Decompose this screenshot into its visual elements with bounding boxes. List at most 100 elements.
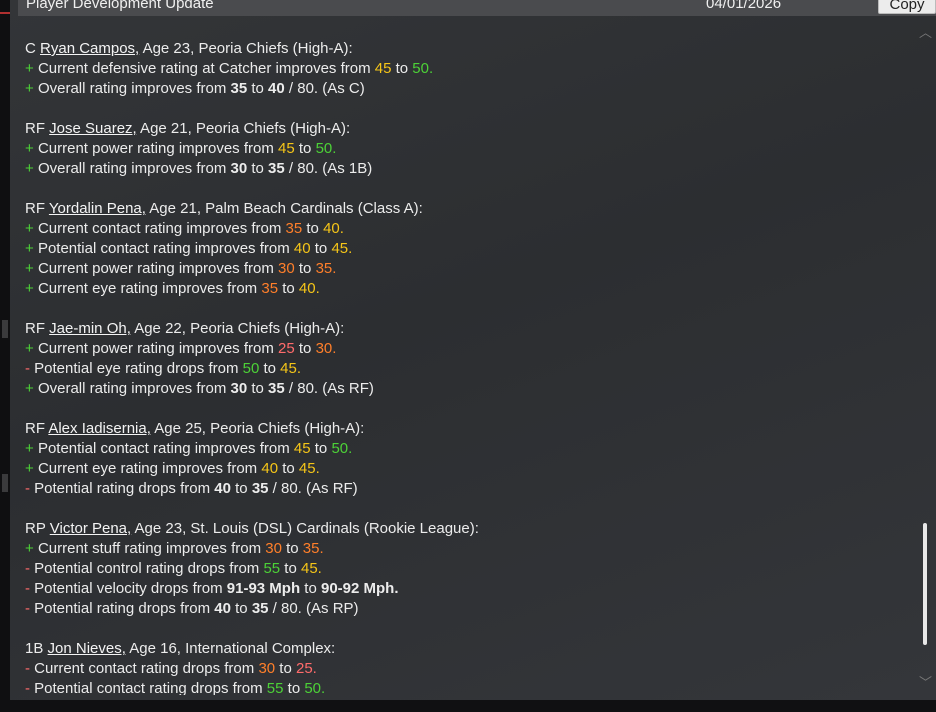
- development-change: - Potential rating drops from 40 to 35 /…: [25, 479, 905, 499]
- player-name-link[interactable]: Alex Iadisernia,: [48, 420, 151, 437]
- rating-value: 40: [293, 240, 311, 257]
- change-text: Potential contact rating drops from: [34, 680, 267, 695]
- left-panel-marker: [2, 320, 8, 338]
- player-name-link[interactable]: Victor Pena,: [50, 520, 131, 537]
- improve-sign: +: [25, 280, 34, 297]
- development-change: + Current power rating improves from 45 …: [25, 139, 905, 159]
- rating-value: 40.: [298, 280, 320, 297]
- rating-value: 45.: [331, 240, 353, 257]
- rating-value: 45.: [280, 360, 302, 377]
- change-value-bold: 30: [230, 160, 248, 177]
- player-position: C: [25, 40, 36, 57]
- player-info: Age 23, Peoria Chiefs (High-A):: [139, 40, 353, 57]
- change-text: Overall rating improves from: [37, 380, 231, 397]
- player-heading: RF Jose Suarez, Age 21, Peoria Chiefs (H…: [25, 119, 905, 139]
- rating-value: 45.: [301, 560, 322, 577]
- development-change: + Potential contact rating improves from…: [25, 239, 905, 259]
- change-text: to: [230, 600, 252, 617]
- rating-value: 30: [265, 540, 282, 557]
- change-text: to: [294, 340, 316, 357]
- window-header: Player Development Update 04/01/2026 Cop…: [18, 0, 936, 16]
- change-text: Potential rating drops from: [34, 600, 215, 617]
- change-text: Potential control rating drops from: [34, 560, 264, 577]
- player-entry: 1B Jon Nieves, Age 16, International Com…: [25, 639, 905, 695]
- rating-value: 35.: [302, 540, 324, 557]
- development-change: + Current stuff rating improves from 30 …: [25, 539, 905, 559]
- header-title: Player Development Update: [26, 0, 214, 12]
- chevron-down-icon[interactable]: ﹀: [919, 676, 932, 690]
- improve-sign: +: [25, 160, 34, 177]
- change-text: / 80. (As C): [284, 80, 365, 97]
- player-entry: RF Yordalin Pena, Age 21, Palm Beach Car…: [25, 199, 905, 299]
- rating-value: 45: [293, 440, 311, 457]
- change-text: to: [294, 140, 316, 157]
- rating-value: 50.: [412, 60, 434, 77]
- chevron-up-icon[interactable]: ︿: [919, 26, 932, 40]
- improve-sign: +: [25, 80, 34, 97]
- change-text: Potential rating drops from: [34, 480, 215, 497]
- change-text: to: [281, 540, 303, 557]
- change-text: Current defensive rating at Catcher impr…: [37, 60, 375, 77]
- change-text: Current contact rating improves from: [37, 220, 286, 237]
- rating-value: 55: [266, 680, 284, 695]
- bottom-bar: [0, 700, 936, 712]
- player-name-link[interactable]: Yordalin Pena,: [49, 200, 146, 217]
- rating-value: 45: [278, 140, 295, 157]
- player-entry: RF Jae-min Oh, Age 22, Peoria Chiefs (Hi…: [25, 319, 905, 399]
- player-name-link[interactable]: Jon Nieves,: [48, 640, 126, 657]
- player-info: Age 21, Palm Beach Cardinals (Class A):: [145, 200, 423, 217]
- copy-button[interactable]: Copy: [878, 0, 936, 14]
- change-value-bold: 91-93 Mph: [226, 580, 301, 597]
- development-change: + Current contact rating improves from 3…: [25, 219, 905, 239]
- rating-value: 30.: [315, 340, 337, 357]
- change-text: Current contact rating drops from: [34, 660, 259, 677]
- change-text: / 80. (As RF): [284, 380, 374, 397]
- development-change: + Current power rating improves from 30 …: [25, 259, 905, 279]
- change-text: to: [278, 280, 299, 297]
- player-heading: RP Victor Pena, Age 23, St. Louis (DSL) …: [25, 519, 905, 539]
- player-position: RF: [25, 120, 45, 137]
- player-name-link[interactable]: Jae-min Oh,: [49, 320, 131, 337]
- rating-value: 45: [374, 60, 392, 77]
- improve-sign: +: [25, 220, 34, 237]
- change-text: Current power rating improves from: [37, 140, 279, 157]
- change-text: Overall rating improves from: [37, 80, 231, 97]
- change-value-bold: 35: [251, 600, 269, 617]
- change-text: Overall rating improves from: [37, 160, 231, 177]
- development-change: - Current contact rating drops from 30 t…: [25, 659, 905, 679]
- scroll-thumb[interactable]: [923, 523, 927, 645]
- development-change: - Potential contact rating drops from 55…: [25, 679, 905, 695]
- change-value-bold: 35: [268, 160, 285, 177]
- player-name-link[interactable]: Ryan Campos,: [40, 40, 139, 57]
- drop-sign: -: [25, 680, 30, 695]
- player-heading: 1B Jon Nieves, Age 16, International Com…: [25, 639, 905, 659]
- player-name-link[interactable]: Jose Suarez,: [49, 120, 137, 137]
- player-heading: RF Jae-min Oh, Age 22, Peoria Chiefs (Hi…: [25, 319, 905, 339]
- change-text: Current stuff rating improves from: [37, 540, 266, 557]
- change-text: Current eye rating improves from: [37, 280, 262, 297]
- development-change: + Current eye rating improves from 40 to…: [25, 459, 905, 479]
- change-value-bold: 30: [230, 380, 248, 397]
- change-text: / 80. (As RP): [268, 600, 359, 617]
- change-text: Potential contact rating improves from: [37, 240, 294, 257]
- change-text: to: [280, 560, 301, 577]
- player-heading: RF Yordalin Pena, Age 21, Palm Beach Car…: [25, 199, 905, 219]
- player-info: Age 16, International Complex:: [125, 640, 336, 657]
- development-change: + Current eye rating improves from 35 to…: [25, 279, 905, 299]
- change-text: / 80. (As RF): [268, 480, 358, 497]
- development-change: + Current defensive rating at Catcher im…: [25, 59, 905, 79]
- player-position: RP: [25, 520, 46, 537]
- rating-value: 50.: [315, 140, 337, 157]
- change-text: to: [302, 220, 324, 237]
- rating-value: 35.: [315, 260, 337, 277]
- change-text: to: [259, 360, 281, 377]
- rating-value: 30: [278, 260, 295, 277]
- player-entry: RP Victor Pena, Age 23, St. Louis (DSL) …: [25, 519, 905, 619]
- change-text: Potential eye rating drops from: [34, 360, 243, 377]
- change-value-bold: 35: [268, 380, 285, 397]
- drop-sign: -: [25, 580, 30, 597]
- rating-value: 30: [258, 660, 276, 677]
- change-text: Potential contact rating improves from: [37, 440, 294, 457]
- scrollbar[interactable]: ︿ ﹀: [915, 26, 935, 692]
- change-text: to: [391, 60, 413, 77]
